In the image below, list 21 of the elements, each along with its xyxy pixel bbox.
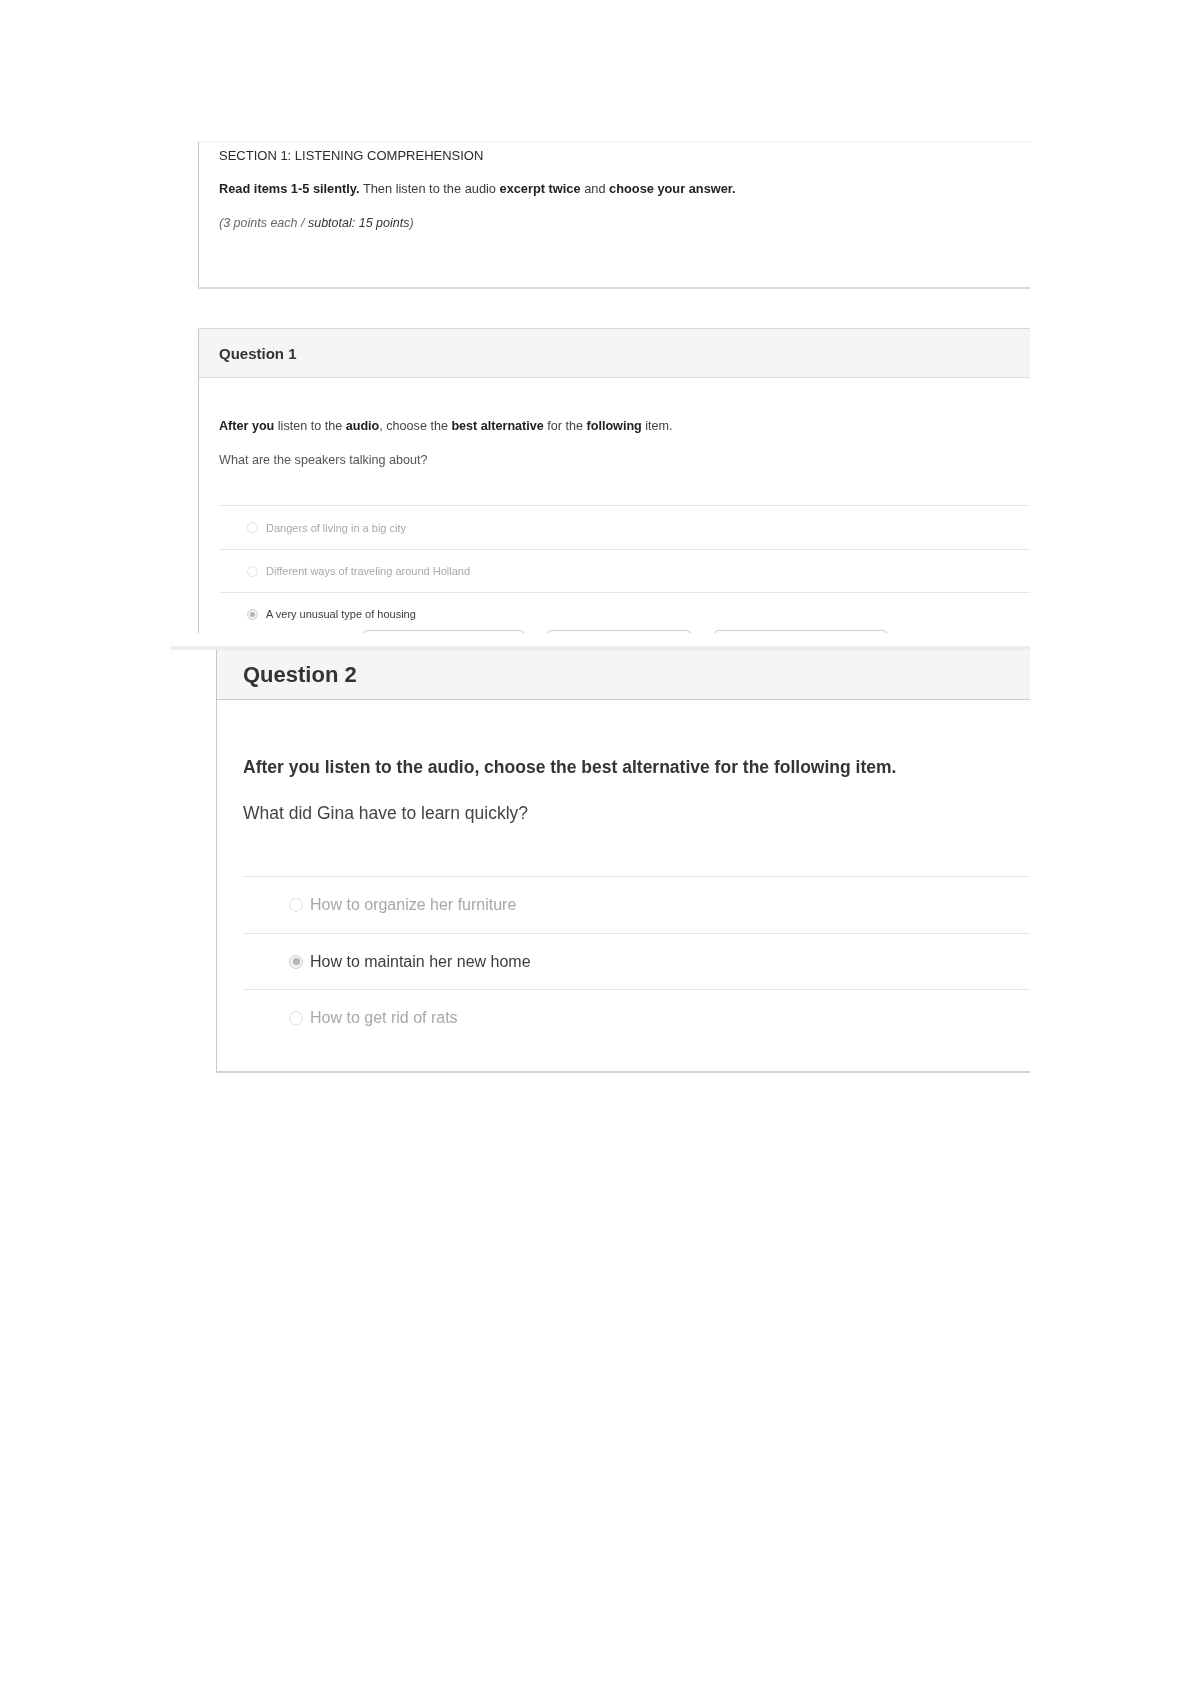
option-label: A very unusual type of housing [266, 608, 416, 620]
question-text: What are the speakers talking about? [219, 452, 428, 469]
option-label: Different ways of traveling around Holland [266, 565, 471, 577]
question-header: Question 1 [199, 329, 1030, 378]
option-label: How to organize her furniture [310, 896, 517, 914]
section-title: SECTION 1: LISTENING COMPREHENSION [219, 148, 484, 164]
radio-button[interactable] [289, 1010, 303, 1025]
instruction-text: After you listen to the audio, choose the best alternative for the following item. [219, 418, 673, 435]
option-label: Dangers of living in a big city [266, 521, 406, 534]
points-note: (3 points each / subtotal: 15 points) [219, 215, 414, 231]
instruction-text: Read items 1-5 silently. Then listen to the audio excerpt twice and choose your answer. [219, 181, 736, 197]
radio-button[interactable] [247, 608, 258, 620]
radio-button[interactable] [289, 954, 303, 969]
instruction-text: After you listen to the audio, choose the best alternative for the following item. [243, 756, 897, 779]
question-header: Question 2 [217, 650, 1030, 700]
option-label: How to get rid of rats [310, 1008, 458, 1027]
option-label: How to maintain her new home [310, 952, 531, 971]
radio-button[interactable] [247, 522, 258, 533]
radio-button[interactable] [289, 898, 303, 912]
radio-button[interactable] [247, 565, 258, 577]
question-text: What did Gina have to learn quickly? [243, 802, 529, 825]
